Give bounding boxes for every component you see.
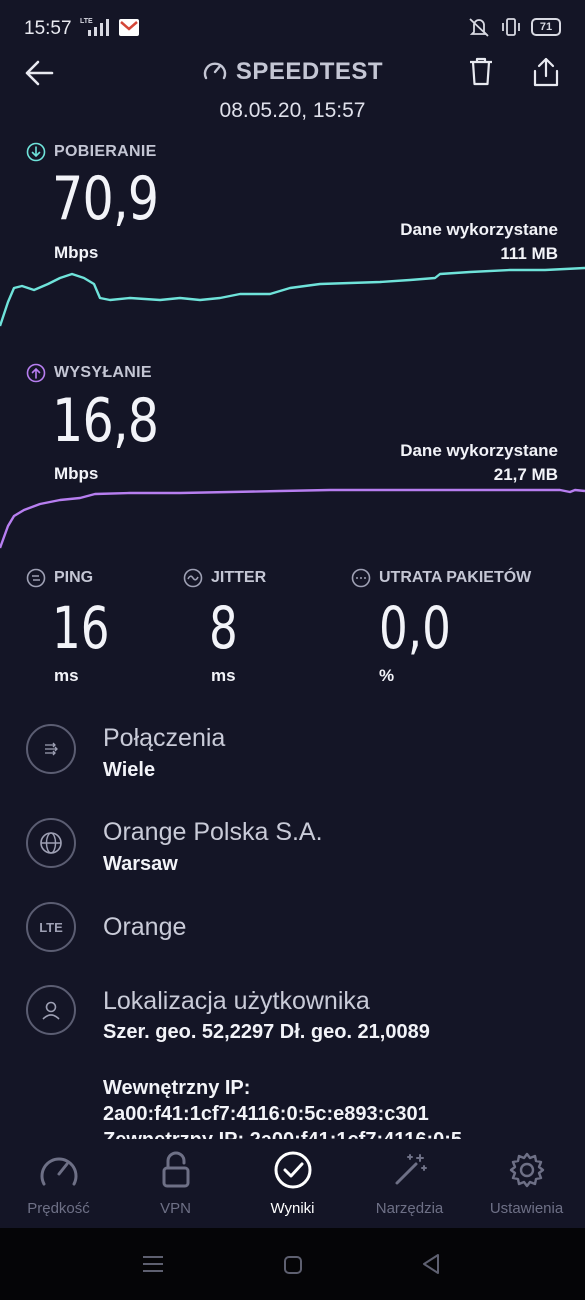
connections-value: Wiele [103, 759, 156, 781]
ping-value: 16 [52, 594, 110, 662]
nav-vpn[interactable]: VPN [117, 1140, 234, 1217]
nav-settings-label: Ustawienia [489, 1200, 564, 1217]
trash-icon[interactable] [467, 56, 495, 88]
upload-data-used: Dane wykorzystane 21,7 MB [400, 439, 558, 487]
jitter-value: 8 [209, 594, 238, 662]
nav-tools[interactable]: Narzędzia [351, 1140, 468, 1217]
test-datetime: 08.05.20, 15:57 [219, 99, 366, 122]
packet-loss-metric: UTRATA PAKIETÓW 0,0 % [351, 568, 531, 686]
signal-icon: LTE [80, 18, 109, 36]
upload-unit: Mbps [54, 464, 99, 483]
upload-label-text: WYSYŁANIE [54, 364, 152, 381]
connections-title: Połączenia [103, 724, 226, 752]
connections-row: Połączenia Wiele [26, 724, 566, 784]
provider-row: Orange Polska S.A. Warsaw [26, 818, 566, 878]
download-data-used-label: Dane wykorzystane [400, 220, 558, 239]
packet-loss-label: UTRATA PAKIETÓW [379, 569, 532, 586]
app-title-text: SPEEDTEST [235, 58, 384, 85]
check-circle-icon [274, 1151, 311, 1189]
nav-results-label: Wyniki [270, 1200, 315, 1217]
nav-speed[interactable]: Prędkość [0, 1140, 117, 1217]
battery-icon: 71 [531, 18, 561, 36]
download-unit: Mbps [54, 243, 99, 262]
internal-ip-value: 2a00:f41:1cf7:4116:0:5c:e893:c301 [103, 1103, 429, 1125]
speedometer-icon [40, 1157, 77, 1186]
bottom-navigation: Prędkość VPN Wyniki Narzędzia Ustawienia [0, 1140, 585, 1228]
lte-icon: LTE [26, 902, 76, 952]
vibrate-icon [502, 18, 520, 36]
status-time: 15:57 [24, 18, 72, 39]
gear-icon [509, 1152, 544, 1188]
upload-value: 16,8 [52, 386, 159, 456]
location-title: Lokalizacja użytkownika [103, 987, 370, 1015]
nav-settings[interactable]: Ustawienia [468, 1140, 585, 1217]
download-value: 70,9 [52, 164, 159, 234]
ping-unit: ms [54, 666, 79, 685]
download-label-text: POBIERANIE [54, 143, 157, 160]
gmail-icon [119, 19, 139, 36]
jitter-icon [183, 568, 203, 588]
jitter-label: JITTER [211, 569, 267, 586]
mute-icon [469, 18, 489, 37]
provider-city: Warsaw [103, 853, 178, 875]
speedtest-gauge-icon [203, 62, 227, 80]
share-icon[interactable] [531, 56, 561, 88]
ip-info: Wewnętrzny IP: 2a00:f41:1cf7:4116:0:5c:e… [103, 1075, 573, 1139]
network-row: LTE Orange [26, 902, 566, 956]
ping-metric: PING 16 ms [26, 568, 126, 686]
globe-icon [26, 818, 76, 868]
lock-icon [162, 1151, 189, 1188]
upload-graph [0, 488, 585, 549]
external-ip-partial: Zewnętrzny IP: 2a00:f41:1cf7:4116:0:5... [103, 1127, 573, 1139]
user-icon [26, 985, 76, 1035]
menu-icon[interactable] [141, 1254, 165, 1274]
download-data-used: Dane wykorzystane 111 MB [400, 218, 558, 266]
status-bar: 15:57 LTE 71 [0, 0, 585, 58]
connections-icon [26, 724, 76, 774]
upload-data-used-label: Dane wykorzystane [400, 441, 558, 460]
back-triangle-icon[interactable] [420, 1252, 442, 1276]
network-operator: Orange [103, 913, 187, 941]
download-label: POBIERANIE [26, 142, 157, 162]
upload-label: WYSYŁANIE [26, 363, 152, 383]
download-arrow-icon [26, 142, 46, 162]
nav-speed-label: Prędkość [27, 1200, 90, 1217]
jitter-unit: ms [211, 666, 236, 685]
ping-icon [26, 568, 46, 588]
top-bar: SPEEDTEST [0, 52, 585, 96]
download-graph [0, 266, 585, 327]
provider-title: Orange Polska S.A. [103, 818, 323, 846]
ping-label: PING [54, 569, 94, 586]
internal-ip-label: Wewnętrzny IP: [103, 1077, 251, 1099]
nav-results[interactable]: Wyniki [234, 1140, 351, 1217]
packet-loss-value: 0,0 [379, 594, 451, 662]
nav-tools-label: Narzędzia [375, 1200, 444, 1217]
app-title: SPEEDTEST [0, 58, 585, 86]
network-type-label: LTE [80, 18, 93, 25]
jitter-metric: JITTER 8 ms [183, 568, 266, 686]
location-coordinates: Szer. geo. 52,2297 Dł. geo. 21,0089 [103, 1021, 430, 1043]
system-navigation-bar [0, 1228, 585, 1300]
nav-vpn-label: VPN [160, 1200, 191, 1217]
home-icon[interactable] [282, 1254, 304, 1276]
packet-loss-icon [351, 568, 371, 588]
packet-loss-unit: % [379, 666, 395, 685]
upload-arrow-icon [26, 363, 46, 383]
magic-wand-icon [395, 1154, 427, 1185]
location-row: Lokalizacja użytkownika Szer. geo. 52,22… [26, 985, 566, 1049]
